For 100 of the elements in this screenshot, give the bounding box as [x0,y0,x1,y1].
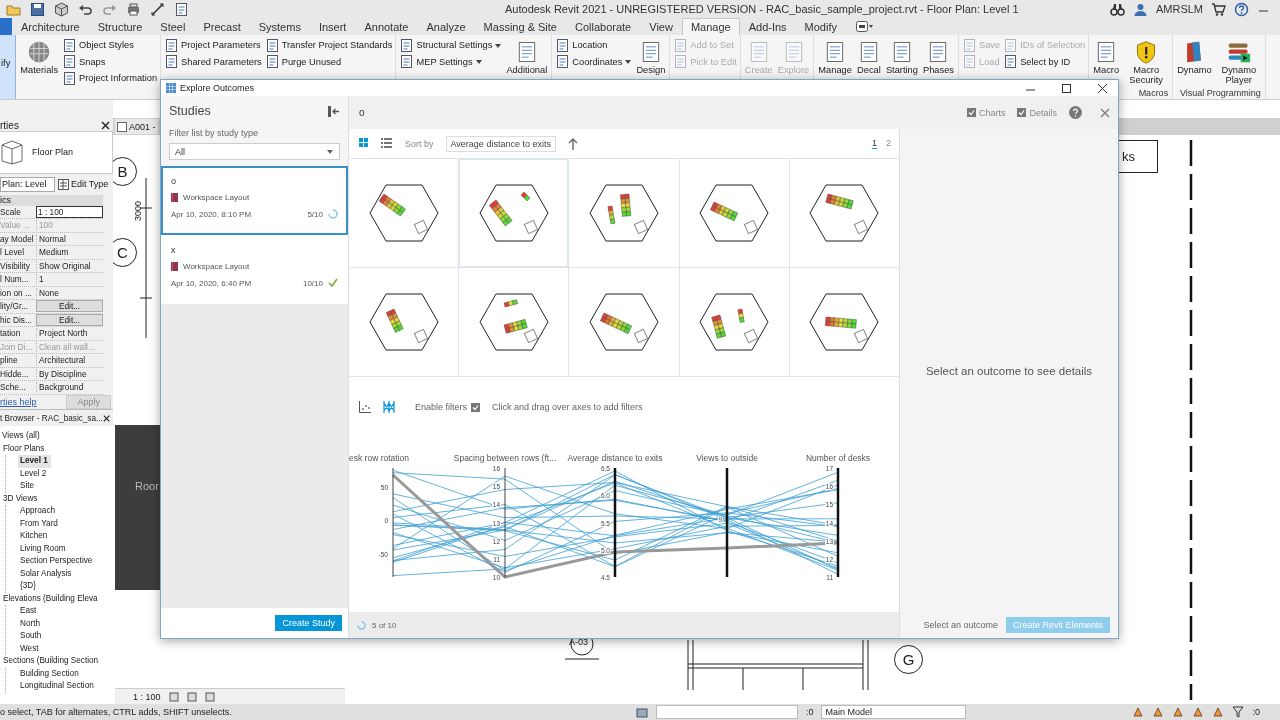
checkbox[interactable] [966,108,976,117]
ribbon-button[interactable]: Design [635,37,667,99]
tree-item[interactable]: Section Perspective [18,555,113,568]
ribbon-tab[interactable]: Collaborate [566,18,641,35]
ribbon-button[interactable]: Materials [19,37,60,99]
ribbon-tab[interactable]: Add-Ins [739,18,796,35]
outcome-tile[interactable] [789,159,899,267]
close-icon[interactable] [102,413,110,423]
page-link[interactable]: 2 [886,138,891,149]
workset-field[interactable] [655,705,798,719]
help-icon[interactable] [1069,106,1082,119]
list-view-icon[interactable] [381,137,393,150]
tree-item[interactable]: West [18,642,113,655]
ribbon-button[interactable]: Manage [817,37,853,99]
ribbon-button[interactable]: Dynamo Player [1215,37,1262,88]
selection-icon[interactable] [1212,706,1225,718]
dropdown-icon[interactable] [856,21,874,32]
ribbon-button[interactable]: MEP Settings [399,53,503,70]
tree-item[interactable]: Level 2 [18,467,113,480]
ribbon-tab[interactable]: Analyze [417,18,475,35]
view-control-icon[interactable] [168,691,179,702]
ribbon-tab[interactable]: Systems [249,18,310,35]
selection-icon[interactable] [1132,706,1145,718]
tree-item[interactable]: Kitchen [18,530,113,543]
outcome-tile[interactable] [459,268,569,376]
ribbon-button[interactable]: Project Parameters [164,37,262,54]
tree-item[interactable]: Level 1 [18,455,51,468]
scale-text[interactable]: 1 : 100 [133,691,161,702]
tree-item[interactable]: North [18,617,113,630]
filter-dropdown[interactable]: All [169,143,340,160]
axis-line[interactable] [613,468,617,577]
tree-item[interactable]: Building Section [18,667,113,680]
ribbon-button[interactable]: Purge Unused [264,53,393,70]
page-link[interactable]: 1 [871,138,877,149]
ribbon-button[interactable]: Macro Security [1123,37,1170,88]
ribbon-button[interactable]: Location [555,37,633,54]
tree-item[interactable]: Solar Analysis [18,567,113,580]
ribbon-button[interactable]: Project Information [62,70,158,87]
user-name[interactable]: AMRSLM [1155,3,1203,15]
binoculars-icon[interactable] [1109,1,1125,17]
filter-icon[interactable] [1232,706,1245,718]
outcome-tile[interactable] [679,159,789,267]
close-icon[interactable] [101,121,110,131]
ribbon-button[interactable]: Decal [855,37,882,99]
ribbon-button[interactable]: Object Styles [62,37,158,54]
selection-icon[interactable] [1172,706,1185,718]
save-icon[interactable] [30,1,45,17]
collapse-icon[interactable] [328,105,340,117]
model-field[interactable]: Main Model [821,705,967,719]
outcome-tile[interactable] [349,159,459,267]
ribbon-button[interactable]: Macro [1092,37,1121,88]
ribbon-button[interactable]: Select by ID [1003,53,1086,70]
sort-ascending-icon[interactable] [567,137,578,150]
edit-type-button[interactable]: Edit Type [58,178,109,190]
measure-icon[interactable] [150,1,165,17]
ribbon-button[interactable]: Snaps [62,53,158,70]
ribbon-tab[interactable]: Annotate [355,18,418,35]
document-icon[interactable] [174,1,189,17]
outcome-tile[interactable] [679,268,789,376]
ribbon-button[interactable]: Coordinates [555,53,633,70]
ribbon-button[interactable]: Dynamo [1176,37,1213,88]
study-card[interactable]: o Workspace Layout Apr 10, 2020, 8:10 PM 5/10 [161,166,348,235]
scatter-plot-icon[interactable] [359,401,371,413]
ribbon-tab[interactable]: View [640,18,682,35]
tree-item[interactable]: Site [18,480,113,493]
tree-item[interactable]: 3D Views [1,492,113,505]
view-control-icon[interactable] [204,691,215,702]
tree-item[interactable]: East [18,605,113,618]
outcome-tile[interactable] [789,268,899,376]
tree-item[interactable]: Approach [18,505,113,518]
sort-dropdown[interactable]: Average distance to exits [445,135,556,152]
outcome-tile[interactable] [569,159,679,267]
outcome-tile[interactable] [459,159,569,267]
ribbon-button[interactable]: Shared Parameters [164,53,262,70]
tree-item[interactable]: {3D} [18,580,113,593]
type-selector[interactable]: Plan: Level [0,176,55,192]
tree-item[interactable]: Longitudinal Section [18,680,113,693]
tree-item[interactable]: Views (all) [0,430,113,443]
selection-icon[interactable] [1152,706,1165,718]
ribbon-button[interactable]: Phases [921,37,955,99]
outcome-tile[interactable] [569,268,679,376]
document-tab[interactable]: A001 - [115,119,158,134]
user-icon[interactable] [1132,1,1148,17]
ribbon-tab[interactable]: Manage [681,18,740,35]
outcome-tile[interactable] [349,268,459,376]
parallel-coordinates-icon[interactable] [383,401,395,413]
cube-icon[interactable] [54,1,69,17]
axis-line[interactable] [836,468,840,577]
ribbon-tab[interactable]: Steel [151,18,195,35]
study-card[interactable]: x Workspace Layout Apr 10, 2020, 6:40 PM 10/10 [161,235,348,304]
view-control-icon[interactable] [186,691,197,702]
tree-item[interactable]: Sections (Building Section [1,655,113,668]
help-link[interactable]: rties help [0,396,37,407]
ribbon-tab[interactable]: Architecture [12,18,89,35]
edit-button[interactable]: Edit... [36,300,103,313]
ribbon-tab[interactable]: Massing & Site [474,18,566,35]
grid-view-icon[interactable] [359,137,371,150]
ribbon-button[interactable]: Starting [884,37,919,99]
ribbon-tab[interactable]: Modify [795,18,846,35]
ribbon-tab[interactable]: Structure [88,18,152,35]
